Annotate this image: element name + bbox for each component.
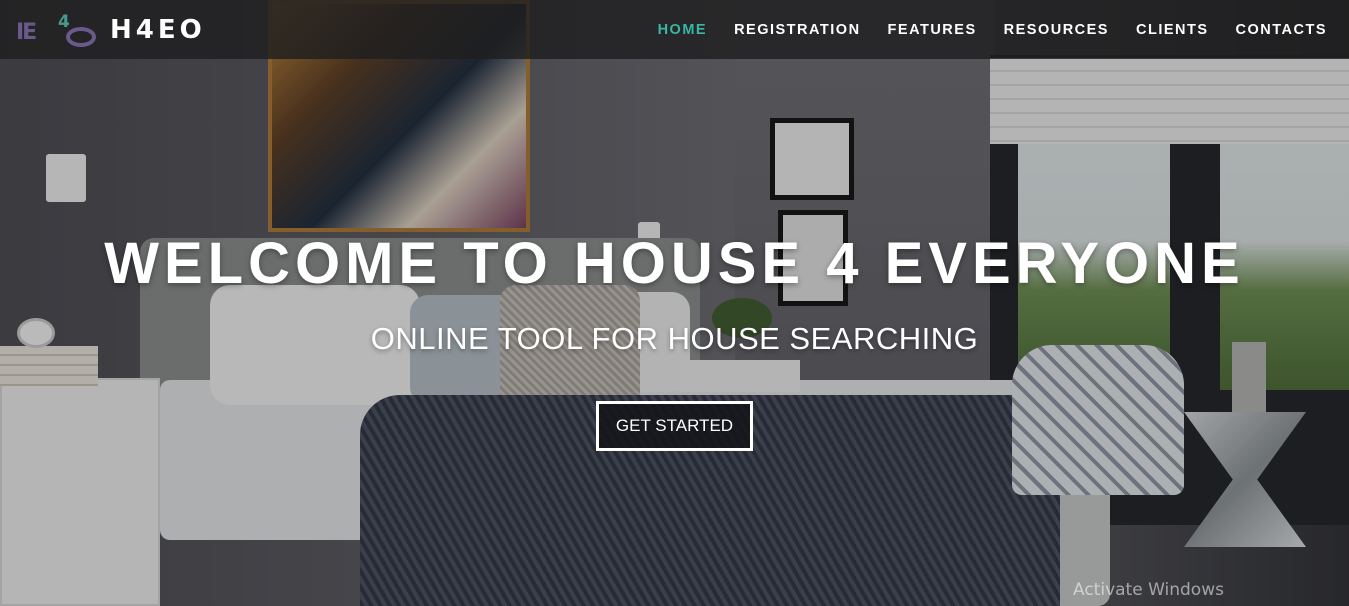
nav-clients[interactable]: CLIENTS [1136,22,1209,38]
main-nav: HOME REGISTRATION FEATURES RESOURCES CLI… [658,21,1327,39]
hero-text: WELCOME TO HOUSE 4 EVERYONE ONLINE TOOL … [0,230,1349,357]
hero-subheadline: ONLINE TOOL FOR HOUSE SEARCHING [370,321,979,356]
activate-windows-watermark: Activate Windows [1073,580,1224,600]
nav-resources[interactable]: RESOURCES [1004,22,1109,38]
brand-logo-link[interactable]: IE 4 H4EO [14,0,206,59]
navbar: IE 4 H4EO HOME REGISTRATION FEATURES RESO… [0,0,1349,59]
nav-features[interactable]: FEATURES [888,22,977,38]
nav-registration[interactable]: REGISTRATION [734,22,860,38]
get-started-button[interactable]: GET STARTED [596,401,753,451]
nav-home[interactable]: HOME [658,22,708,38]
brand-name: H4EO [110,14,206,45]
logo-icon: IE 4 [14,12,96,47]
nav-contacts[interactable]: CONTACTS [1236,22,1327,38]
hero-headline: WELCOME TO HOUSE 4 EVERYONE [104,231,1245,296]
